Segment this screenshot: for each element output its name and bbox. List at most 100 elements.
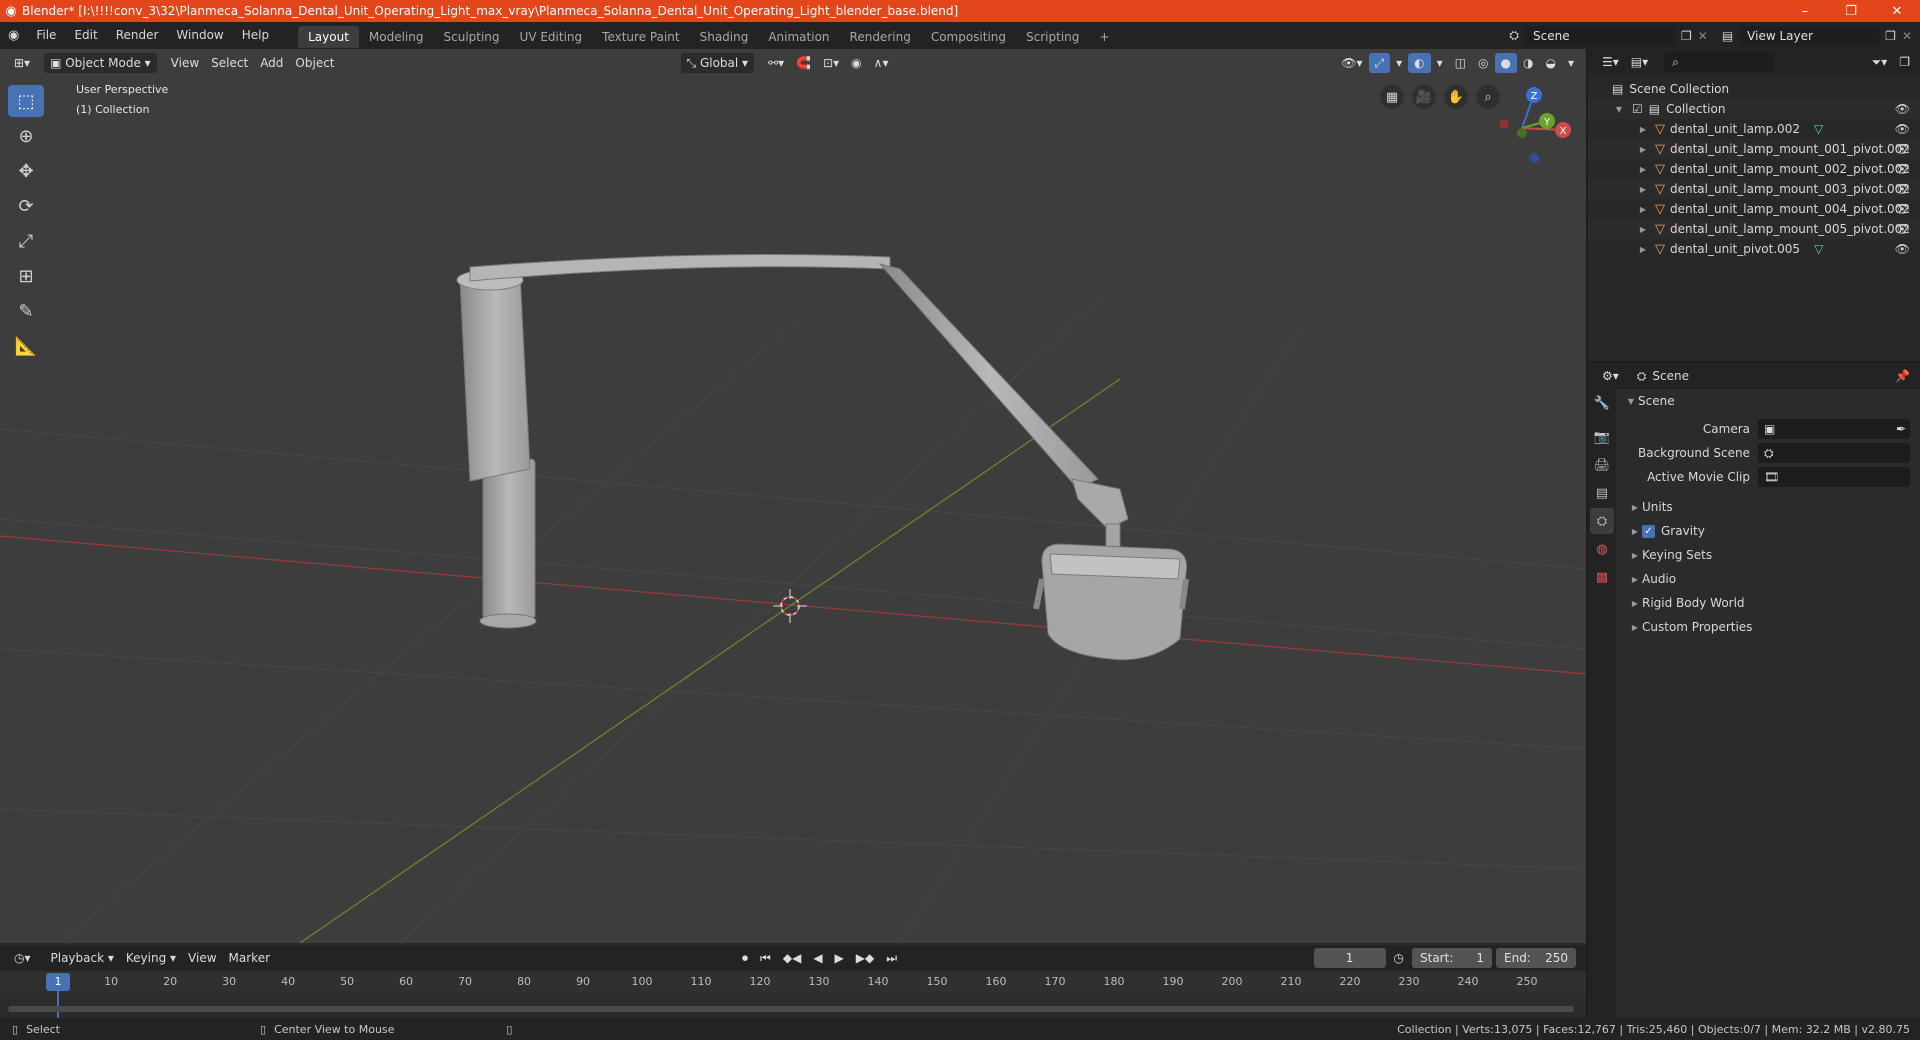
grid-view-icon[interactable]: ▦	[1380, 85, 1404, 109]
rotate-tool-icon[interactable]: ⟳	[8, 190, 44, 222]
camera-view-icon[interactable]: 🎥	[1412, 85, 1436, 109]
panel-expand-icon[interactable]: ▶	[1628, 623, 1642, 632]
current-frame-marker[interactable]: 1	[46, 973, 70, 991]
menu-timeline-view[interactable]: View	[182, 948, 222, 968]
outliner-item[interactable]: ▶ ▽ dental_unit_lamp_mount_003_pivot.002…	[1588, 179, 1920, 199]
panel-expand-icon[interactable]: ▶	[1628, 599, 1642, 608]
eye-icon[interactable]: 👁	[1895, 182, 1910, 196]
overlays-icon[interactable]: ◐	[1408, 53, 1431, 73]
gravity-checkbox[interactable]: ✓	[1642, 524, 1655, 538]
expand-arrow-icon[interactable]: ▶	[1636, 125, 1650, 134]
panel-expand-icon[interactable]: ▶	[1628, 551, 1642, 560]
tab-modeling[interactable]: Modeling	[359, 26, 434, 48]
proportional-edit-icon[interactable]: ◉	[845, 53, 867, 73]
outliner-item[interactable]: ▶ ▽ dental_unit_lamp_mount_001_pivot.002…	[1588, 139, 1920, 159]
eyedropper-icon[interactable]: ✒	[1896, 422, 1906, 436]
outliner-collection[interactable]: ▼ ☑ ▤ Collection 👁	[1588, 99, 1920, 119]
timeline-scrollbar[interactable]	[8, 1006, 1574, 1012]
menu-help[interactable]: Help	[233, 22, 278, 49]
tab-compositing[interactable]: Compositing	[921, 26, 1016, 48]
custom-properties-panel[interactable]: ▶ Custom Properties	[1618, 615, 1920, 639]
outliner-editor-icon[interactable]: ☰▾	[1596, 52, 1625, 72]
zoom-icon[interactable]: ⌕	[1476, 85, 1500, 109]
tab-rendering[interactable]: Rendering	[840, 26, 921, 48]
delete-view-layer-icon[interactable]: ✕	[1902, 29, 1912, 43]
filter-icon[interactable]: ⏷▾	[1866, 52, 1894, 72]
outliner-item[interactable]: ▶ ▽ dental_unit_lamp.002 ▽ 👁	[1588, 119, 1920, 139]
scene-panel-header[interactable]: ▼ Scene	[1618, 389, 1920, 413]
cursor-tool-icon[interactable]: ⊕	[8, 120, 44, 152]
snap-icon[interactable]: 🧲	[790, 53, 817, 73]
menu-file[interactable]: File	[27, 22, 65, 49]
camera-field[interactable]: ▣ ✒	[1758, 419, 1910, 439]
current-frame-field[interactable]: 1	[1313, 948, 1386, 968]
gravity-panel[interactable]: ▶ ✓ Gravity	[1618, 519, 1920, 543]
minimize-button[interactable]: –	[1782, 4, 1828, 19]
expand-arrow-icon[interactable]: ▶	[1636, 165, 1650, 174]
visibility-icon[interactable]: 👁▾	[1335, 53, 1368, 73]
eye-icon[interactable]: 👁	[1895, 122, 1910, 136]
display-mode-icon[interactable]: ▤▾	[1625, 52, 1654, 72]
play-reverse-icon[interactable]: ◀	[807, 948, 828, 968]
tab-texture-paint[interactable]: Texture Paint	[592, 26, 689, 48]
outliner-item[interactable]: ▶ ▽ dental_unit_lamp_mount_004_pivot.002…	[1588, 199, 1920, 219]
audio-panel[interactable]: ▶ Audio	[1618, 567, 1920, 591]
overlays-dropdown-icon[interactable]: ▾	[1431, 53, 1449, 73]
gizmo-toggle-icon[interactable]: ⤢	[1368, 53, 1391, 73]
wireframe-shading-icon[interactable]: ◎	[1472, 53, 1494, 73]
mode-selector[interactable]: ▣ Object Mode ▾	[44, 53, 157, 73]
material-shading-icon[interactable]: ◑	[1517, 53, 1539, 73]
record-icon[interactable]: ⏺	[736, 948, 754, 968]
eye-icon[interactable]: 👁	[1895, 202, 1910, 216]
restore-button[interactable]: ❐	[1828, 4, 1874, 19]
menu-add[interactable]: Add	[254, 53, 289, 73]
select-box-tool-icon[interactable]: ⬚	[8, 85, 44, 117]
properties-editor-icon[interactable]: ⚙▾	[1596, 366, 1625, 386]
background-scene-field[interactable]: ⛭	[1758, 443, 1910, 463]
menu-keying[interactable]: Keying ▾	[120, 948, 182, 968]
timeline-ruler[interactable]: 1 10 20 30 40 50 60 70 80 90 100 110 120 130 140 150 160…	[0, 971, 1586, 1021]
new-collection-icon[interactable]: ❐	[1893, 52, 1916, 72]
tab-scripting[interactable]: Scripting	[1016, 26, 1089, 48]
tool-tab-icon[interactable]: 🔧	[1590, 390, 1614, 416]
new-scene-icon[interactable]: ❐	[1681, 29, 1692, 43]
view-layer-icon[interactable]: ▤	[1722, 29, 1733, 43]
menu-edit[interactable]: Edit	[65, 22, 106, 49]
gizmo-dropdown-icon[interactable]: ▾	[1390, 53, 1408, 73]
menu-marker[interactable]: Marker	[223, 948, 276, 968]
3d-viewport[interactable]: Z Y X User Perspective (1) Collection ▦ …	[0, 49, 1586, 943]
new-view-layer-icon[interactable]: ❐	[1885, 29, 1896, 43]
measure-tool-icon[interactable]: 📐	[8, 330, 44, 362]
annotate-tool-icon[interactable]: ✎	[8, 295, 44, 327]
jump-end-icon[interactable]: ⏭	[880, 948, 903, 968]
outliner-item[interactable]: ▶ ▽ dental_unit_pivot.005 ▽ 👁	[1588, 239, 1920, 259]
xray-icon[interactable]: ◫	[1449, 53, 1472, 73]
next-keyframe-icon[interactable]: ▶◆	[850, 948, 880, 968]
eye-icon[interactable]: 👁	[1895, 162, 1910, 176]
scene-selector[interactable]: Scene	[1525, 25, 1675, 46]
blender-menu-icon[interactable]: ◉	[0, 22, 27, 49]
add-workspace-button[interactable]: +	[1089, 26, 1119, 48]
scene-tab-icon[interactable]: ⛭	[1590, 508, 1614, 534]
panel-expand-icon[interactable]: ▼	[1624, 397, 1638, 406]
end-frame-field[interactable]: End: 250	[1496, 948, 1576, 968]
rendered-shading-icon[interactable]: ◒	[1539, 53, 1561, 73]
eye-icon[interactable]: 👁	[1895, 222, 1910, 236]
expand-arrow-icon[interactable]: ▶	[1636, 225, 1650, 234]
scene-icon[interactable]: ⛭	[1509, 28, 1519, 43]
tab-shading[interactable]: Shading	[690, 26, 759, 48]
world-tab-icon[interactable]: ◍	[1590, 536, 1614, 562]
expand-arrow-icon[interactable]: ▼	[1612, 105, 1626, 114]
move-tool-icon[interactable]: ✥	[8, 155, 44, 187]
expand-arrow-icon[interactable]: ▶	[1636, 145, 1650, 154]
rigid-body-world-panel[interactable]: ▶ Rigid Body World	[1618, 591, 1920, 615]
outliner-item[interactable]: ▶ ▽ dental_unit_lamp_mount_005_pivot.002…	[1588, 219, 1920, 239]
output-tab-icon[interactable]: 🖨	[1590, 452, 1614, 478]
menu-object[interactable]: Object	[289, 53, 340, 73]
view-layer-tab-icon[interactable]: ▤	[1590, 480, 1614, 506]
solid-shading-icon[interactable]: ●	[1494, 53, 1517, 73]
menu-view[interactable]: View	[165, 53, 205, 73]
jump-start-icon[interactable]: ⏮	[754, 948, 777, 968]
navigation-gizmo[interactable]: Z Y X	[1499, 87, 1571, 163]
texture-tab-icon[interactable]: ▩	[1590, 564, 1614, 590]
